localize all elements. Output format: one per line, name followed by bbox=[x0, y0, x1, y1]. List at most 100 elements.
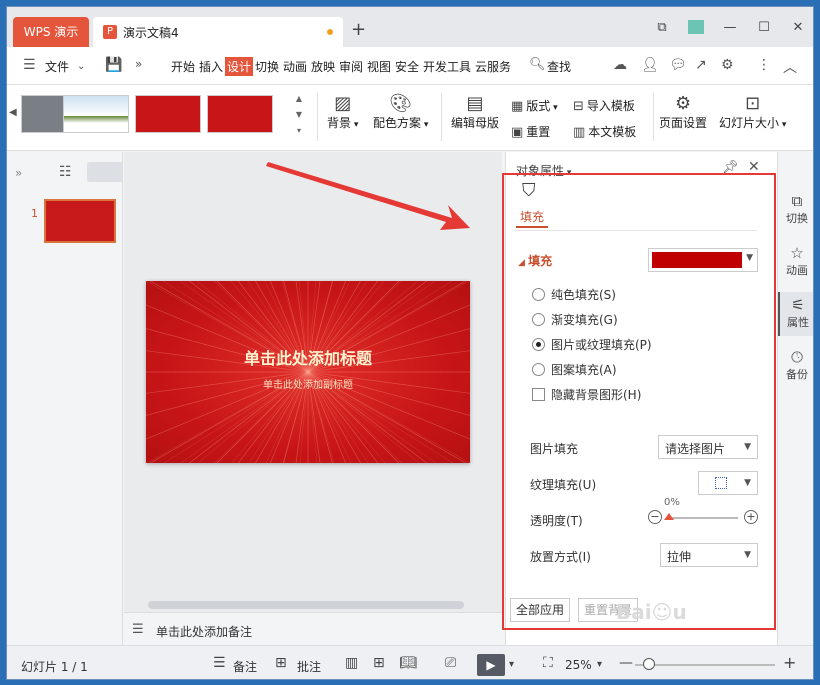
comments-toggle[interactable]: 批注 bbox=[297, 658, 321, 675]
ribbon-divider bbox=[653, 93, 654, 141]
share-user-icon[interactable]: 👤︎ bbox=[641, 57, 659, 73]
new-tab-plus-icon[interactable]: + bbox=[351, 19, 366, 40]
menu-start[interactable]: 开始 bbox=[171, 58, 195, 75]
ribbon-divider bbox=[441, 93, 442, 141]
menu-developer[interactable]: 开发工具 bbox=[423, 58, 471, 75]
normal-view-icon[interactable]: ▥ bbox=[345, 655, 358, 671]
menu-cloud[interactable]: 云服务 bbox=[475, 58, 511, 75]
master-slide-icon: ▤ bbox=[466, 93, 484, 114]
fit-window-icon[interactable]: ⛶ bbox=[543, 655, 553, 671]
minimize-icon[interactable]: — bbox=[719, 16, 741, 38]
expand-pane-icon[interactable]: » bbox=[15, 166, 22, 180]
horizontal-scrollbar[interactable] bbox=[124, 598, 502, 612]
maximize-icon[interactable]: ☐ bbox=[753, 16, 775, 38]
reset-button[interactable]: ▣ 重置 bbox=[511, 123, 550, 140]
edit-master-button[interactable]: ▤ 编辑母版 bbox=[451, 93, 499, 131]
theme-thumbnail-2[interactable] bbox=[63, 95, 129, 133]
search-label[interactable]: 查找 bbox=[547, 58, 571, 75]
theme-scroller[interactable]: ▲ ▼ ▾ bbox=[293, 91, 305, 139]
zoom-level[interactable]: 25% bbox=[565, 658, 592, 672]
star-icon: ☆ bbox=[790, 244, 804, 262]
export-icon[interactable]: ↗ bbox=[695, 57, 707, 73]
zoom-slider-track[interactable] bbox=[635, 664, 775, 666]
sorter-view-icon[interactable]: ⊞ bbox=[373, 655, 385, 671]
zoom-out-icon[interactable]: — bbox=[619, 655, 633, 671]
slide-title-placeholder[interactable]: 单击此处添加标题 bbox=[146, 345, 470, 369]
play-slideshow-button[interactable]: ▶ bbox=[477, 654, 505, 676]
comment-add-icon[interactable]: ⊞ bbox=[275, 655, 287, 671]
hamburger-menu-icon[interactable]: ☰ bbox=[23, 57, 36, 73]
menu-slideshow[interactable]: 放映 bbox=[311, 58, 335, 75]
menu-review[interactable]: 审阅 bbox=[339, 58, 363, 75]
palette-icon: 🎨︎ bbox=[389, 93, 413, 114]
scroll-left-icon[interactable]: ◀ bbox=[9, 107, 17, 118]
menu-view[interactable]: 视图 bbox=[367, 58, 391, 75]
transition-icon: ⧉ bbox=[791, 192, 803, 210]
menu-insert[interactable]: 插入 bbox=[199, 58, 223, 75]
watermark-logo: Bai☺u bbox=[616, 600, 687, 624]
menu-animation[interactable]: 动画 bbox=[283, 58, 307, 75]
theme-thumbnail-4[interactable] bbox=[207, 95, 273, 133]
sidebar-item-animation[interactable]: ☆ 动画 bbox=[778, 244, 813, 278]
theme-thumbnail-3[interactable] bbox=[135, 95, 201, 133]
settings-gear-icon[interactable]: ⚙ bbox=[721, 57, 734, 73]
comment-icon[interactable]: 💬︎ bbox=[669, 57, 687, 73]
notes-toggle-icon[interactable]: ☰ bbox=[213, 655, 226, 671]
slide-view-icon[interactable] bbox=[87, 162, 123, 182]
chevron-down-icon[interactable]: ⌄ bbox=[77, 61, 85, 72]
menu-bar: ☰ 文件 ⌄ 💾 » 开始 插入 设计 切换 动画 放映 审阅 视图 安全 开发… bbox=[7, 47, 813, 85]
save-icon[interactable]: 💾 bbox=[105, 57, 122, 73]
layout-button[interactable]: ▦ 版式 ▾ bbox=[511, 97, 558, 114]
slide-size-button[interactable]: ⊡ 幻灯片大小 ▾ bbox=[719, 93, 786, 131]
sliders-icon: ⚟ bbox=[791, 296, 805, 314]
notes-toggle[interactable]: 备注 bbox=[233, 658, 257, 675]
sidebar-item-properties[interactable]: ⚟ 属性 bbox=[778, 292, 813, 336]
text-template-button[interactable]: ▥ 本文模板 bbox=[573, 123, 636, 140]
close-icon[interactable]: ✕ bbox=[787, 16, 809, 38]
file-menu[interactable]: 文件 bbox=[45, 58, 69, 75]
notes-placeholder[interactable]: 单击此处添加备注 bbox=[156, 623, 252, 640]
notes-icon: ☰ bbox=[132, 622, 144, 637]
background-icon: ▨ bbox=[334, 93, 352, 114]
slide-thumbnail-1[interactable] bbox=[44, 199, 116, 243]
zoom-slider-handle[interactable] bbox=[643, 658, 655, 670]
slide-subtitle-placeholder[interactable]: 单击此处添加副标题 bbox=[146, 376, 470, 391]
slide-counter: 幻灯片 1 / 1 bbox=[21, 660, 88, 674]
cloud-sync-icon[interactable]: ☁ bbox=[613, 57, 627, 73]
document-tab[interactable]: P 演示文稿4 bbox=[93, 17, 343, 47]
ribbon-divider bbox=[317, 93, 318, 141]
slide-canvas: 单击此处添加标题 单击此处添加副标题 bbox=[124, 152, 502, 612]
more-options-icon[interactable]: ⋮ bbox=[757, 57, 771, 73]
color-scheme-button[interactable]: 🎨︎ 配色方案 ▾ bbox=[373, 93, 428, 131]
menu-transition[interactable]: 切换 bbox=[255, 58, 279, 75]
sidebar-item-transition[interactable]: ⧉ 切换 bbox=[778, 192, 813, 226]
collapse-ribbon-icon[interactable]: ︿ bbox=[783, 57, 797, 77]
window-layout-icon[interactable]: ⧉ bbox=[651, 16, 673, 38]
title-bar: WPS 演示 P 演示文稿4 + ⧉ — ☐ ✕ bbox=[7, 7, 813, 47]
unsaved-dot-icon bbox=[327, 29, 333, 35]
highlight-box bbox=[502, 173, 776, 630]
menu-design[interactable]: 设计 bbox=[225, 57, 254, 76]
play-options-chevron-icon[interactable]: ▾ bbox=[509, 659, 514, 670]
slide-1[interactable]: 单击此处添加标题 单击此处添加副标题 bbox=[146, 281, 470, 463]
design-ribbon: ◀ ▲ ▼ ▾ ▨ 背景 ▾ 🎨︎ 配色方案 ▾ ▤ 编辑母版 ▦ 版式 ▾ ▣ 重置 … bbox=[7, 85, 813, 151]
slide-size-icon: ⊡ bbox=[745, 93, 761, 114]
presenter-icon[interactable]: ⎚ bbox=[445, 655, 456, 671]
zoom-in-icon[interactable]: + bbox=[783, 653, 796, 672]
page-setup-button[interactable]: ⚙ 页面设置 bbox=[659, 93, 707, 131]
import-template-button[interactable]: ⊟ 导入模板 bbox=[573, 97, 635, 114]
more-chevron-icon[interactable]: » bbox=[135, 57, 142, 71]
menu-security[interactable]: 安全 bbox=[395, 58, 419, 75]
sidebar-item-backup[interactable]: 🕓︎ 备份 bbox=[778, 348, 813, 382]
page-setup-icon: ⚙ bbox=[674, 93, 692, 114]
search-icon[interactable]: 🔍︎ bbox=[529, 57, 546, 72]
outline-view-icon[interactable]: ☷ bbox=[59, 164, 72, 180]
reading-view-icon[interactable]: 📖︎ bbox=[399, 655, 417, 671]
layout-icon: ▦ bbox=[511, 99, 524, 114]
history-clock-icon: 🕓︎ bbox=[791, 348, 803, 366]
user-avatar-icon[interactable] bbox=[685, 16, 707, 38]
zoom-dropdown-icon[interactable]: ▾ bbox=[597, 659, 602, 670]
background-button[interactable]: ▨ 背景 ▾ bbox=[327, 93, 358, 131]
notes-bar[interactable]: ☰ 单击此处添加备注 bbox=[124, 612, 504, 645]
wps-app-tab[interactable]: WPS 演示 bbox=[13, 17, 89, 47]
